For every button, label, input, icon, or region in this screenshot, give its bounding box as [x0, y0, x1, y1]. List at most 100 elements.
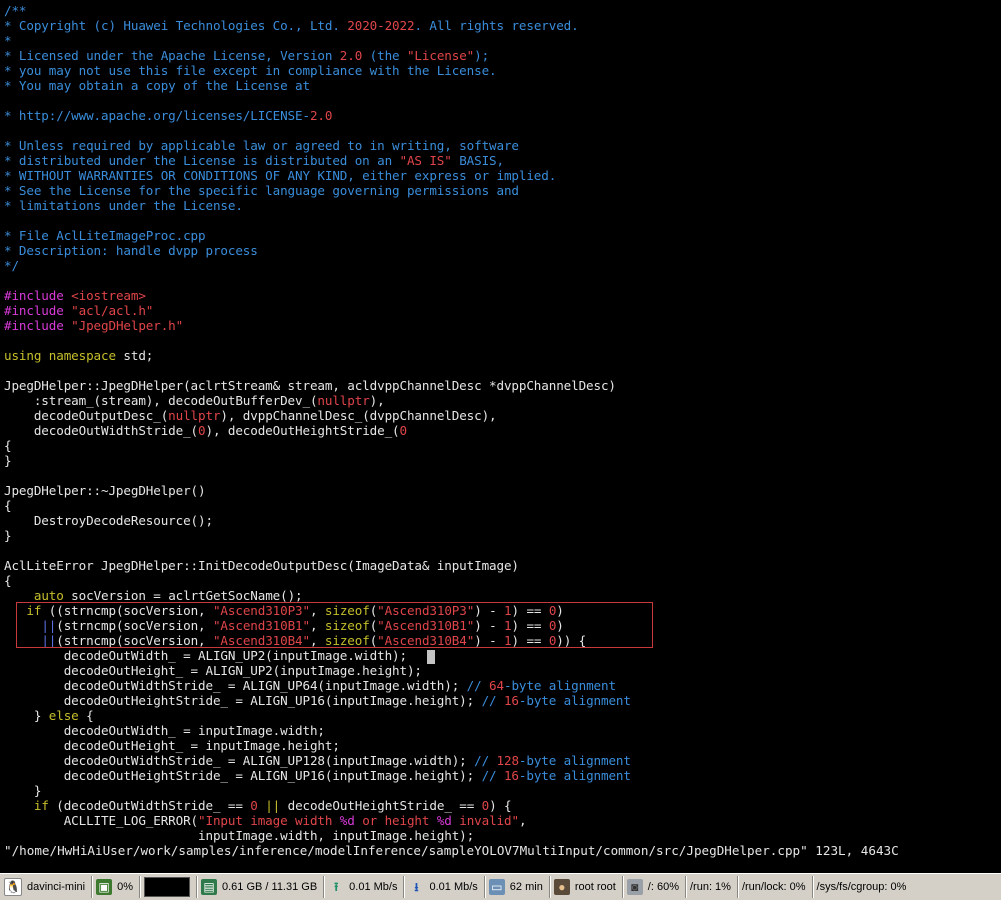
code-token: ||	[41, 618, 57, 633]
code-token: * File AclLiteImageProc.cpp	[4, 228, 206, 243]
code-token: ) -	[474, 603, 505, 618]
uptime-segment[interactable]: ▭ 62 min	[485, 876, 550, 898]
code-line: ACLLITE_LOG_ERROR("Input image width %d …	[4, 813, 631, 828]
upload-segment[interactable]: ⭱ 0.01 Mb/s	[324, 876, 405, 898]
code-line: decodeOutWidth_ = inputImage.width;	[4, 723, 631, 738]
code-token: decodeOutWidth_ = inputImage.width;	[4, 723, 325, 738]
code-line: {	[4, 498, 631, 513]
code-line: decodeOutputDesc_(nullptr), dvppChannelD…	[4, 408, 631, 423]
code-line: AclLiteError JpegDHelper::InitDecodeOutp…	[4, 558, 631, 573]
code-line: *	[4, 33, 631, 48]
code-token: "AS IS"	[399, 153, 452, 168]
code-token: */	[4, 258, 19, 273]
disk-root-segment[interactable]: ◙ /: 60%	[623, 876, 686, 898]
code-token: 128	[496, 753, 520, 768]
code-token: "JpegDHelper.h"	[71, 318, 184, 333]
code-token: 0	[399, 423, 408, 438]
code-token: ) ==	[511, 618, 549, 633]
code-token: -byte alignment	[518, 753, 631, 768]
code-line: :stream_(stream), decodeOutBufferDev_(nu…	[4, 393, 631, 408]
disk-cgroup-segment[interactable]: /sys/fs/cgroup: 0%	[813, 876, 913, 898]
code-token: 64	[489, 678, 504, 693]
code-line: decodeOutWidthStride_ = ALIGN_UP128(inpu…	[4, 753, 631, 768]
user-segment[interactable]: ● root root	[550, 876, 623, 898]
code-line: decodeOutWidthStride_ = ALIGN_UP64(input…	[4, 678, 631, 693]
cpu-chip-icon: ▣	[96, 879, 113, 895]
disk-run-lock-segment[interactable]: /run/lock: 0%	[738, 876, 813, 898]
code-line: decodeOutHeightStride_ = ALIGN_UP16(inpu…	[4, 768, 631, 783]
cpu-segment[interactable]: ▣ 0%	[92, 876, 140, 898]
code-line: auto socVersion = aclrtGetSocName();	[4, 588, 631, 603]
code-line: if ((strncmp(socVersion, "Ascend310P3", …	[4, 603, 631, 618]
code-token: 2020-2022	[347, 18, 415, 33]
code-token: * WITHOUT WARRANTIES OR CONDITIONS OF AN…	[4, 168, 557, 183]
code-token: decodeOutHeightStride_ = ALIGN_UP16(inpu…	[4, 768, 482, 783]
code-line: if (decodeOutWidthStride_ == 0 || decode…	[4, 798, 631, 813]
code-token: * Description: handle dvpp process	[4, 243, 258, 258]
code-token: BASIS,	[451, 153, 504, 168]
code-token: %d	[436, 813, 452, 828]
disk-run-segment[interactable]: /run: 1%	[686, 876, 738, 898]
code-token: inputImage.width, inputImage.height);	[4, 828, 475, 843]
code-token: * See the License for the specific langu…	[4, 183, 519, 198]
disk-icon: ◙	[626, 879, 643, 895]
code-token: {	[4, 498, 12, 513]
code-token: ,	[309, 618, 325, 633]
code-token: sizeof	[324, 603, 370, 618]
tux-icon: 🐧	[4, 878, 22, 896]
upload-rate: 0.01 Mb/s	[349, 881, 398, 893]
code-token: )	[556, 618, 564, 633]
code-token: JpegDHelper::JpegDHelper(aclrtStream& st…	[4, 378, 616, 393]
code-token: * distributed under the License is distr…	[4, 153, 400, 168]
code-line: using namespace std;	[4, 348, 631, 363]
code-line: decodeOutHeight_ = inputImage.height;	[4, 738, 631, 753]
code-token: sizeof	[324, 633, 370, 648]
monitor-icon: ▭	[488, 879, 505, 895]
code-token: "Ascend310P3"	[377, 603, 475, 618]
download-segment[interactable]: ⭳ 0.01 Mb/s	[404, 876, 485, 898]
code-token: ||	[265, 798, 281, 813]
code-token: 1	[504, 603, 512, 618]
code-token: 2.0	[339, 48, 363, 63]
code-token: ,	[309, 633, 325, 648]
code-view[interactable]: /** * Copyright (c) Huawei Technologies C…	[4, 3, 631, 843]
code-token: }	[4, 528, 12, 543]
code-token: decodeOutWidthStride_ = ALIGN_UP128(inpu…	[4, 753, 475, 768]
code-line: JpegDHelper::JpegDHelper(aclrtStream& st…	[4, 378, 631, 393]
code-token: )) {	[556, 633, 587, 648]
memory-segment[interactable]: ▤ 0.61 GB / 11.31 GB	[197, 876, 325, 898]
code-line: * you may not use this file except in co…	[4, 63, 631, 78]
code-token: "License"	[406, 48, 475, 63]
code-line: * Description: handle dvpp process	[4, 243, 631, 258]
cpu-graph-segment	[140, 876, 197, 898]
code-token: AclLiteError JpegDHelper::InitDecodeOutp…	[4, 558, 519, 573]
disk-run-lock-usage: /run/lock: 0%	[741, 881, 806, 893]
code-token: );	[474, 48, 490, 63]
code-token: namespace	[48, 348, 116, 363]
code-token: {	[78, 708, 94, 723]
code-token: "Ascend310B1"	[377, 618, 475, 633]
code-token: 0	[481, 798, 490, 813]
download-rate: 0.01 Mb/s	[429, 881, 478, 893]
code-token: ,	[309, 603, 325, 618]
disk-cgroup-usage: /sys/fs/cgroup: 0%	[816, 881, 907, 893]
code-line: ||(strncmp(socVersion, "Ascend310B1", si…	[4, 618, 631, 633]
memory-usage: 0.61 GB / 11.31 GB	[221, 881, 318, 893]
code-token: nullptr	[168, 408, 221, 423]
code-token: * You may obtain a copy of the License a…	[4, 78, 310, 93]
code-line: * distributed under the License is distr…	[4, 153, 631, 168]
code-line: * Copyright (c) Huawei Technologies Co.,…	[4, 18, 631, 33]
vim-status-line: "/home/HwHiAiUser/work/samples/inference…	[4, 843, 899, 858]
code-token: %d	[339, 813, 355, 828]
host-segment[interactable]: 🐧 davinci-mini	[0, 876, 93, 898]
code-token: * you may not use this file except in co…	[4, 63, 497, 78]
code-line: } else {	[4, 708, 631, 723]
vim-editor[interactable]: /** * Copyright (c) Huawei Technologies C…	[0, 0, 1001, 870]
